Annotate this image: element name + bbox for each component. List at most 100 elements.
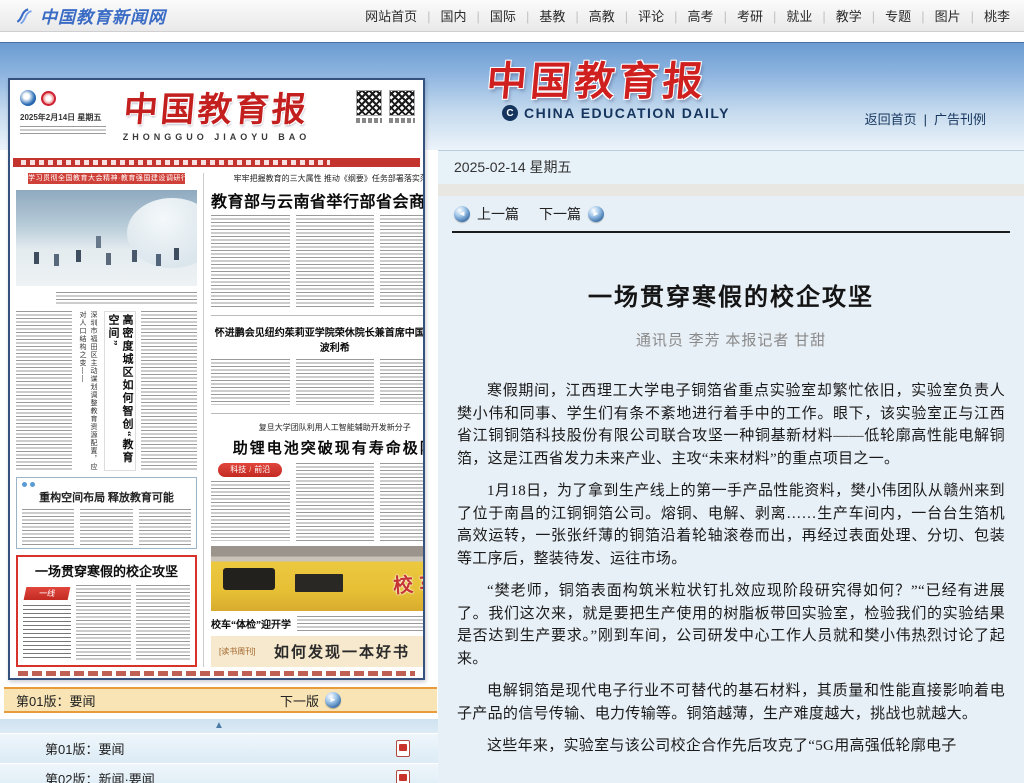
newspaper-logos: [20, 90, 56, 106]
page: 中国教育新闻网 网站首页 国内 国际 基教 高教 评论 高考 考研 就业 教学 …: [0, 0, 1024, 783]
menu-item-basic-edu[interactable]: 基教: [516, 6, 565, 25]
reading-weekly-label: [读书周刊]: [219, 646, 255, 657]
huai-headline: 怀进鹏会见纽约茱莉亚学院荣休院长兼首席中国事务官波利希: [211, 324, 425, 354]
qr-code-icon: [356, 90, 382, 116]
meeting-kicker: 牢牢把握教育的三大属性 推动《纲要》任务部署落实落地: [211, 173, 425, 183]
edition-row-01[interactable]: 第01版：要闻: [0, 733, 438, 763]
front-page-image[interactable]: 2025年2月14日 星期五 中国教育报 ZHONGGUO JIAOYU BAO…: [8, 78, 425, 680]
story-text-placeholder: [380, 215, 425, 308]
article-title: 一场贯穿寒假的校企攻坚: [438, 277, 1024, 312]
newspaper-masthead: 2025年2月14日 星期五 中国教育报 ZHONGGUO JIAOYU BAO: [10, 80, 423, 158]
menu-item-international[interactable]: 国际: [467, 6, 516, 25]
qr-code-icon: [389, 90, 415, 116]
newspaper-body: 学习贯彻全国教育大会精神·教育强国建设调研行 深圳市福田区主动谋划调整教育资源配…: [10, 167, 423, 667]
highlighted-feature-box[interactable]: 一场贯穿寒假的校企攻坚 一线: [16, 555, 197, 667]
site-logo[interactable]: 中国教育新闻网: [14, 3, 166, 28]
space-layout-box: 重构空间布局 释放教育可能: [16, 477, 197, 549]
divider-strip: [438, 184, 1024, 196]
battery-headline: 助锂电池突破现有寿命极限: [211, 437, 425, 458]
story-text-placeholder: [296, 359, 375, 404]
story-text-placeholder: [380, 359, 425, 404]
tech-frontier-badge: 科技 前沿: [218, 463, 282, 477]
vertical-kicker: 深圳市福田区主动谋划调整教育资源配置，应对人口结构之变——: [77, 311, 99, 471]
bus-photo-text: 校车: [392, 566, 425, 599]
prev-article-link[interactable]: 上一篇: [477, 204, 519, 224]
paper-red-logo-icon: [41, 91, 56, 106]
ad-rates-link[interactable]: 广告刊例: [917, 109, 986, 128]
editions-list: ▲ 第01版：要闻 第02版：新闻·要闻: [0, 719, 438, 783]
schoolyard-photo: [16, 190, 197, 286]
story-text-placeholder: [211, 481, 290, 541]
story-text-placeholder: [296, 215, 375, 308]
newspaper-issue-info-placeholder: [20, 126, 106, 134]
menu-item-commentary[interactable]: 评论: [615, 6, 664, 25]
next-edition-link[interactable]: 下一版 ►: [280, 691, 341, 710]
story-text-placeholder: [296, 463, 375, 541]
article-paragraph: 寒假期间，江西理工大学电子铜箔省重点实验室却繁忙依旧，实验室负责人樊小伟和同事、…: [457, 380, 1005, 470]
article-paragraph: 1月18日，为了拿到生产线上的第一手产品性能资料，樊小伟团队从赣州来到了位于南昌…: [457, 480, 1005, 570]
article-pager: ◄ 上一篇 下一篇 ►: [438, 196, 1024, 223]
menu-item-employment[interactable]: 就业: [763, 6, 812, 25]
article-body: 寒假期间，江西理工大学电子铜箔省重点实验室却繁忙依旧，实验室负责人樊小伟和同事、…: [457, 380, 1005, 758]
pdf-icon[interactable]: [396, 770, 410, 783]
title-divider: [452, 231, 1010, 233]
menu-item-domestic[interactable]: 国内: [417, 6, 466, 25]
article-paragraph: 电解铜箔是现代电子行业不可替代的基石材料，其质量和性能直接影响着电子产品的信号传…: [457, 680, 1005, 725]
story-text-placeholder: [380, 463, 425, 541]
menu-item-taoli[interactable]: 桃李: [961, 6, 1010, 25]
paper-masthead-en: C CHINA EDUCATION DAILY: [502, 105, 730, 121]
next-article-link[interactable]: 下一篇: [539, 204, 581, 224]
newspaper-date: 2025年2月14日 星期五: [20, 112, 101, 123]
meeting-headline: 教育部与云南省举行部省会商会议: [211, 188, 425, 210]
next-edition-icon: ►: [325, 692, 341, 708]
menu-item-gaokao[interactable]: 高考: [664, 6, 713, 25]
header-links: 返回首页 广告刊例: [865, 109, 986, 128]
newspaper-info-bar: [13, 158, 420, 167]
paper-blue-logo-icon: [20, 90, 36, 106]
newspaper-right-column: 牢牢把握教育的三大属性 推动《纲要》任务部署落实落地 教育部与云南省举行部省会商…: [211, 173, 425, 667]
book-headline: 如何发现一本好书: [263, 641, 420, 662]
next-article-icon[interactable]: ►: [588, 206, 604, 222]
photo-banner: 学习贯彻全国教育大会精神·教育强国建设调研行: [28, 173, 185, 184]
current-edition-label: 第01版：要闻: [16, 691, 95, 710]
menu-item-teaching[interactable]: 教学: [812, 6, 861, 25]
frontline-badge: 一线: [24, 587, 71, 600]
menu-item-photos[interactable]: 图片: [911, 6, 960, 25]
story-text-placeholder: [211, 215, 290, 308]
pdf-icon[interactable]: [396, 740, 410, 757]
newspaper-footer-placeholder: [18, 671, 415, 676]
caption-text-placeholder: [297, 616, 425, 631]
menu-item-higher-edu[interactable]: 高教: [565, 6, 614, 25]
story-text-placeholder: [76, 585, 131, 661]
site-logo-text: 中国教育新闻网: [40, 3, 166, 28]
qr-codes: [356, 90, 415, 123]
back-home-link[interactable]: 返回首页: [865, 109, 917, 128]
story-text-placeholder: [23, 605, 71, 661]
story-text-placeholder: [16, 311, 72, 471]
issue-date-bar: 2025-02-14 星期五: [438, 150, 1024, 184]
article-paragraph: 这些年来，实验室与该公司校企合作先后攻克了“5G用高强低轮廓电子: [457, 735, 1005, 758]
menu-item-home[interactable]: 网站首页: [365, 6, 417, 25]
newspaper-left-column: 学习贯彻全国教育大会精神·教育强国建设调研行 深圳市福田区主动谋划调整教育资源配…: [16, 173, 204, 667]
newspaper-title: 中国教育报: [98, 82, 335, 131]
article-panel: ◄ 上一篇 下一篇 ► 一场贯穿寒假的校企攻坚 通讯员 李芳 本报记者 甘甜 寒…: [438, 196, 1024, 783]
prev-article-icon[interactable]: ◄: [454, 206, 470, 222]
story-text-placeholder: [211, 359, 290, 404]
top-menu: 网站首页 国内 国际 基教 高教 评论 高考 考研 就业 教学 专题 图片 桃李: [365, 6, 1010, 25]
newspaper-pinyin: ZHONGGUO JIAOYU BAO: [100, 132, 333, 142]
school-bus-photo: 校车: [211, 546, 425, 611]
collapse-arrow-icon[interactable]: ▲: [0, 719, 438, 733]
story-text-placeholder: [22, 509, 74, 547]
bus-windshield: [223, 568, 275, 590]
menu-item-kaoyan[interactable]: 考研: [714, 6, 763, 25]
bus-caption: 校车“体检”迎开学: [211, 616, 291, 631]
edition-pagination-bar: 第01版：要闻 下一版 ►: [4, 687, 437, 713]
vertical-headline: 高密度城区如何智创“教育空间”: [104, 311, 136, 471]
photo-caption-placeholder: [56, 292, 197, 305]
edition-row-02[interactable]: 第02版：新闻·要闻: [0, 763, 438, 783]
story-text-placeholder: [139, 509, 191, 547]
paper-masthead-logo[interactable]: 中国教育报: [484, 49, 709, 107]
menu-item-special[interactable]: 专题: [862, 6, 911, 25]
paper-masthead-en-text: CHINA EDUCATION DAILY: [524, 105, 730, 121]
feature-title: 一场贯穿寒假的校企攻坚: [23, 561, 190, 580]
